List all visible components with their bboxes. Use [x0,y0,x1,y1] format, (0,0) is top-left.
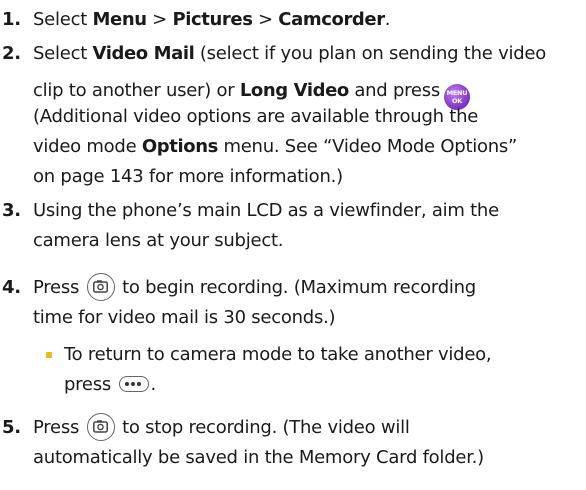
text: menu. See “Video Mode Options” [217,136,518,157]
step-line: Using the phone’s main LCD as a viewfind… [33,200,499,221]
text: and press [348,80,440,101]
separator: > [146,9,173,30]
text: . [384,9,391,30]
step-number: 2. [2,43,21,64]
step-text: Press to stop recording. (The video will… [33,413,583,473]
text: (select if you plan on sending the video [194,43,546,64]
menu-label: Menu [92,9,148,30]
step-line: video mode Options menu. See “Video Mode… [33,132,583,162]
step-line: automatically be saved in the Memory Car… [33,447,484,468]
step-text: Press to begin recording. (Maximum recor… [33,273,583,333]
pictures-label: Pictures [172,9,253,30]
step-line: camera lens at your subject. [33,230,284,251]
step-text: Using the phone’s main LCD as a viewfind… [33,196,583,256]
text: press [64,374,112,395]
bullet-marker [46,352,52,358]
step-text: Select Video Mail (select if you plan on… [33,39,583,192]
sub-bullet-text: To return to camera mode to take another… [64,340,586,400]
text: Press [33,417,80,438]
step-number: 5. [2,417,21,438]
step-number: 4. [2,277,21,298]
step-number: 3. [2,200,21,221]
step-line: on page 143 for more information.) [33,166,343,187]
video-mail-label: Video Mail [92,43,195,64]
instruction-page: 1. Select Menu > Pictures > Camcorder. 2… [0,0,586,490]
step-line: Select Menu > Pictures > Camcorder. [33,5,583,35]
text: to begin recording. (Maximum recording [122,277,476,298]
more-key-icon [118,376,149,392]
camera-key-icon [86,273,115,301]
text: Select [33,9,93,30]
text: video mode [33,136,142,157]
step-number: 1. [2,9,21,30]
camcorder-label: Camcorder [278,9,385,30]
separator: > [252,9,279,30]
sub-bullet-line: To return to camera mode to take another… [64,344,492,365]
options-label: Options [141,136,218,157]
text: clip to another user) or [33,80,240,101]
text: Press [33,277,80,298]
step-line: Press to begin recording. (Maximum recor… [33,273,583,303]
step-line: Select Video Mail (select if you plan on… [33,39,583,69]
step-line: time for video mail is 30 seconds.) [33,307,336,328]
menu-ok-top-text: MENU [446,89,468,97]
text: to stop recording. (The video will [122,417,410,438]
step-line: Press to stop recording. (The video will [33,413,583,443]
long-video-label: Long Video [239,80,349,101]
camera-key-icon [86,413,115,441]
step-line: (Additional video options are available … [33,106,479,127]
sub-bullet-line: press . [64,374,156,395]
step-text: Select Menu > Pictures > Camcorder. [33,5,583,35]
text: Select [33,43,93,64]
